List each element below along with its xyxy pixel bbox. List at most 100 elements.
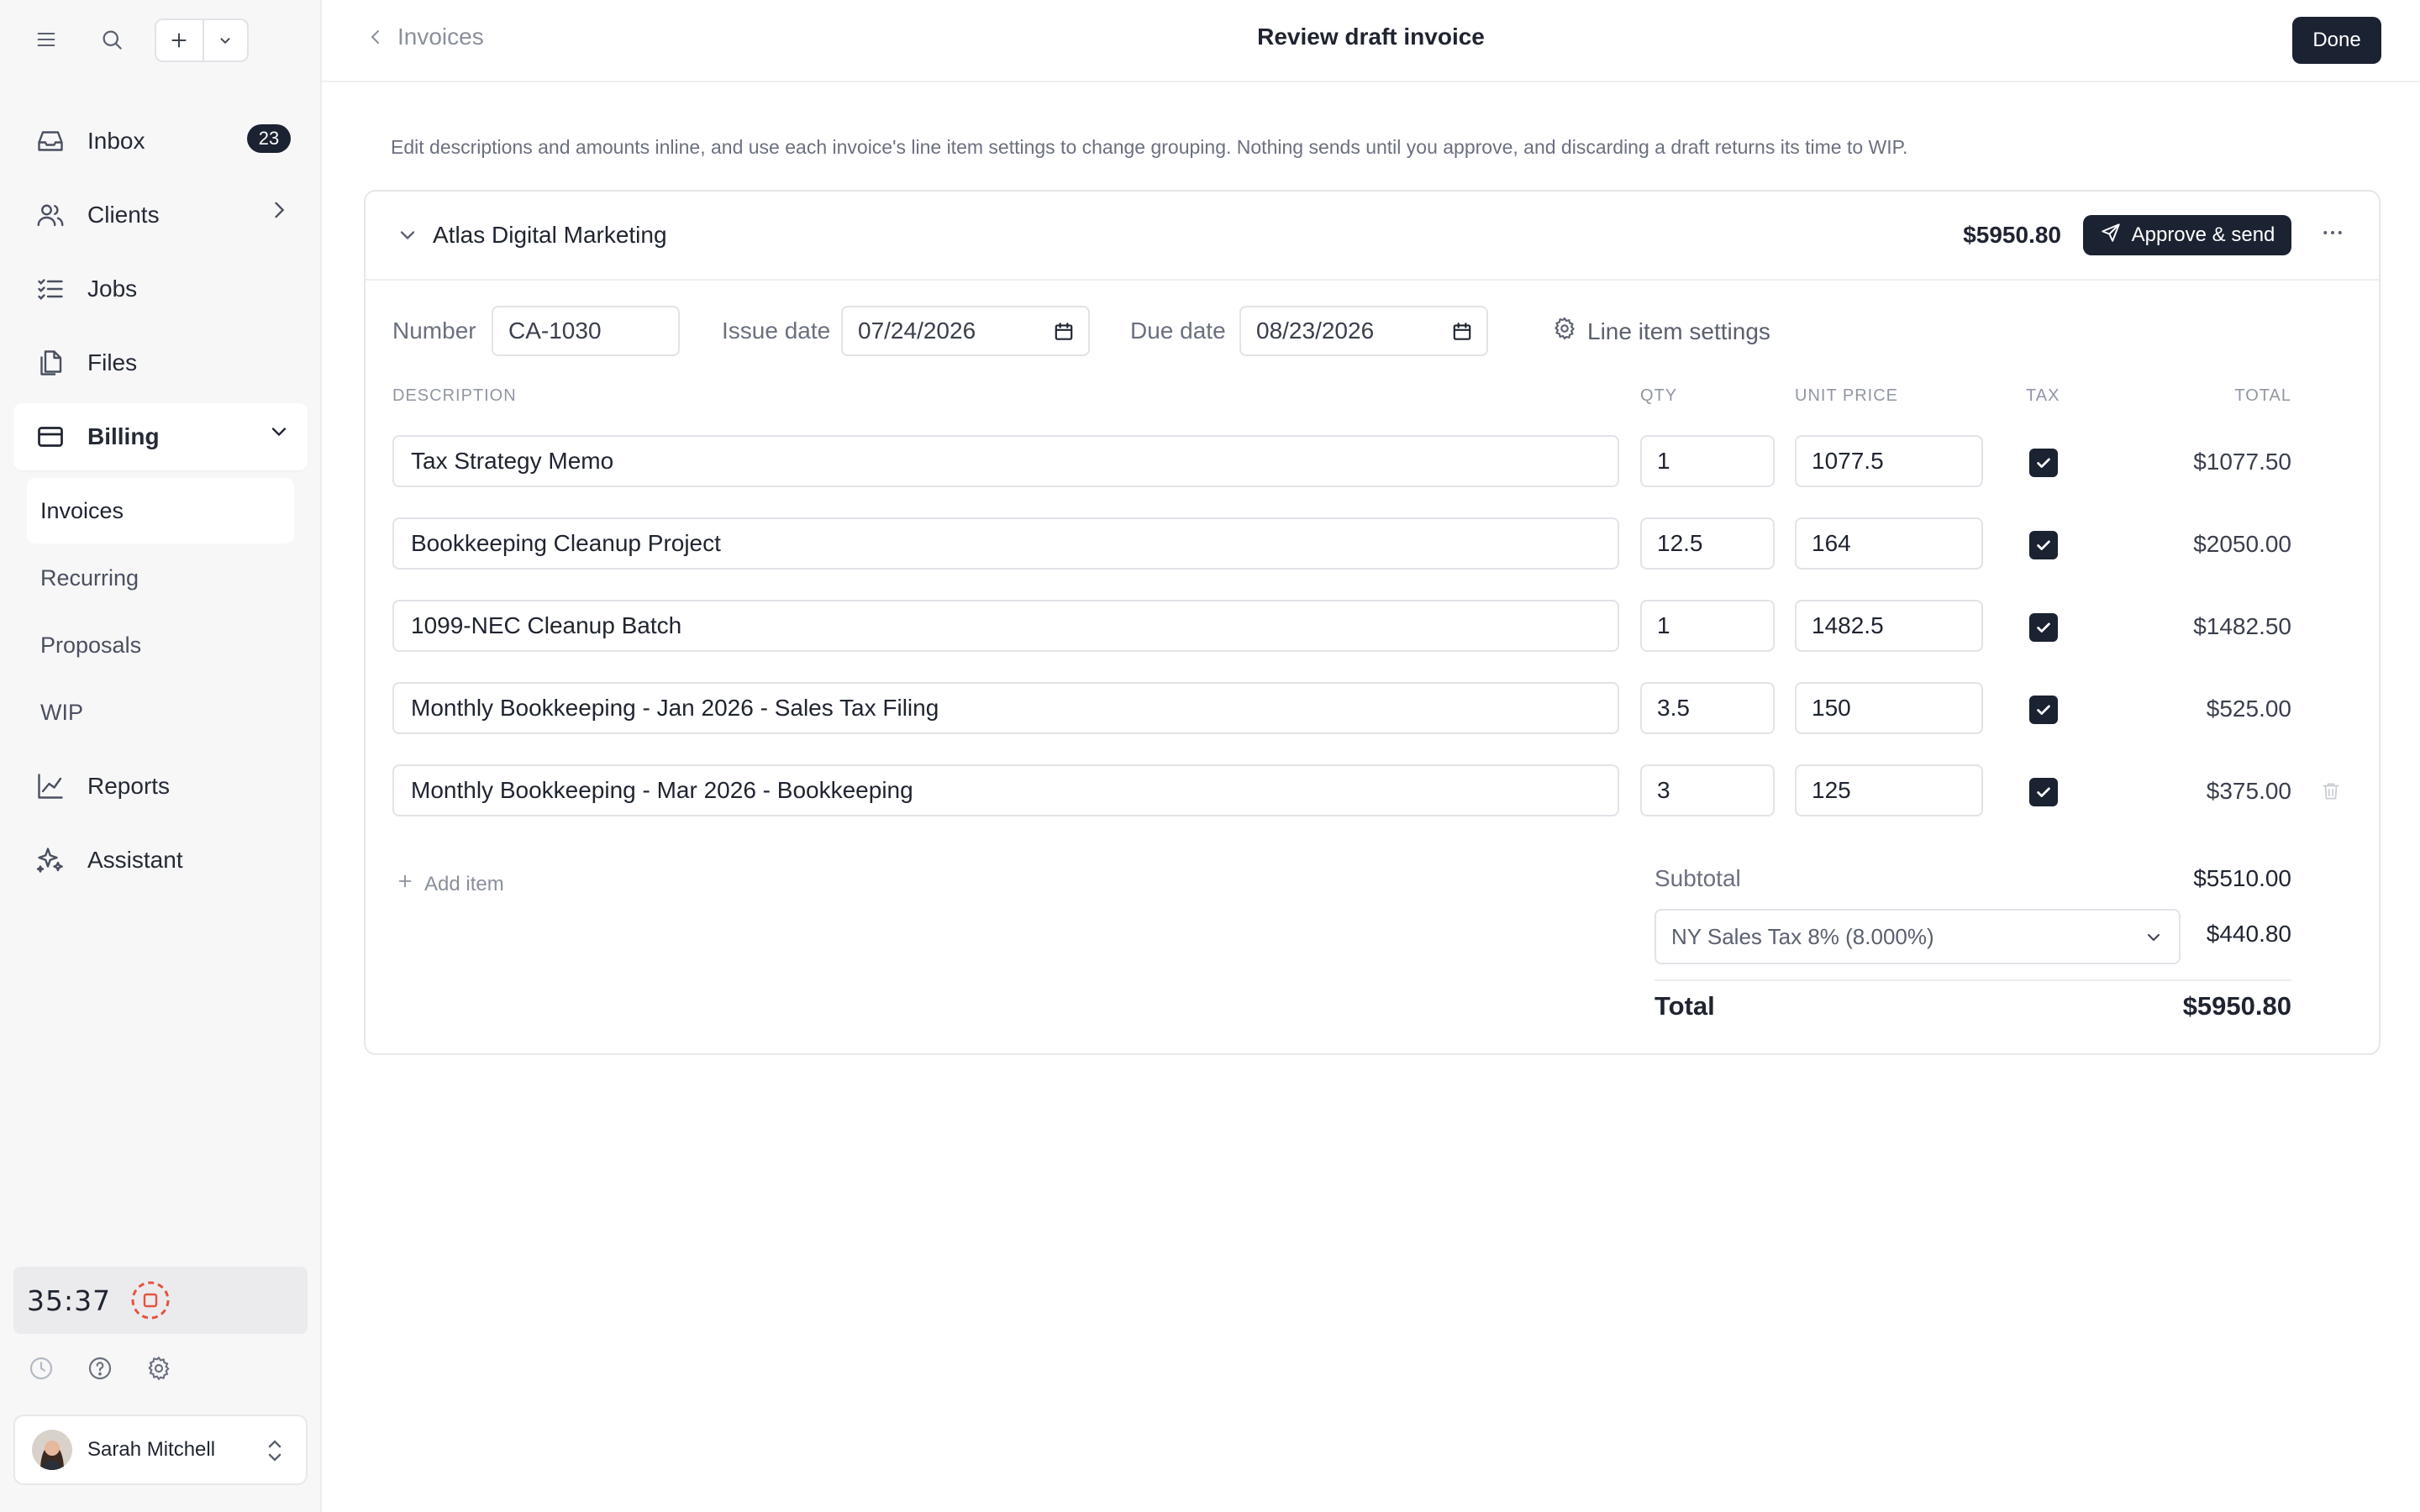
sidebar-item-reports[interactable]: Reports — [13, 753, 308, 820]
calendar-icon[interactable] — [1053, 321, 1075, 349]
totals-divider — [1655, 979, 2291, 981]
column-header-description: DESCRIPTION — [392, 386, 517, 405]
due-date-field[interactable]: 08/23/2026 — [1239, 306, 1488, 356]
invoice-meta-row: Number CA-1030 Issue date 07/24/2026 Due… — [392, 306, 2325, 356]
invoice-number-field[interactable]: CA-1030 — [492, 306, 680, 356]
invoice-card-header: Atlas Digital Marketing $5950.80 Approve… — [366, 192, 2379, 281]
menu-icon[interactable] — [29, 22, 64, 57]
sidebar-item-label: Files — [87, 349, 138, 375]
history-icon[interactable] — [27, 1354, 55, 1383]
page-title: Review draft invoice — [1257, 24, 1485, 50]
description-input[interactable]: Tax Strategy Memo — [392, 435, 1619, 487]
new-item-button-group — [155, 18, 249, 62]
qty-input[interactable]: 3 — [1640, 764, 1775, 816]
description-input[interactable]: Monthly Bookkeeping - Jan 2026 - Sales T… — [392, 682, 1619, 734]
gear-icon[interactable] — [145, 1354, 173, 1383]
sidebar-toolbar — [0, 18, 322, 62]
sidebar-item-label: Clients — [87, 202, 160, 228]
sidebar-subitem-proposals[interactable]: Proposals — [27, 612, 294, 678]
qty-input[interactable]: 1 — [1640, 600, 1775, 652]
chart-line-icon — [34, 769, 67, 803]
tax-checkbox[interactable] — [2029, 531, 2058, 559]
avatar — [32, 1430, 72, 1470]
user-switcher[interactable]: Sarah Mitchell — [13, 1415, 308, 1485]
chevron-down-icon — [2144, 927, 2164, 953]
subitem-label: Proposals — [40, 632, 142, 658]
gear-icon — [1552, 316, 1577, 347]
description-input[interactable]: Bookkeeping Cleanup Project — [392, 517, 1619, 570]
sidebar-item-clients[interactable]: Clients — [13, 181, 308, 249]
sidebar-utilities — [27, 1354, 173, 1383]
sidebar-item-files[interactable]: Files — [13, 329, 308, 396]
more-options-icon[interactable] — [2320, 220, 2345, 249]
qty-input[interactable]: 3.5 — [1640, 682, 1775, 734]
line-total: $525.00 — [2206, 696, 2291, 722]
sidebar-subitem-recurring[interactable]: Recurring — [27, 545, 294, 611]
sidebar-item-label: Assistant — [87, 847, 183, 873]
search-icon[interactable] — [94, 22, 129, 57]
line-item-row: Bookkeeping Cleanup Project 12.5 164 $20… — [366, 517, 2379, 570]
users-icon — [34, 198, 67, 232]
done-button[interactable]: Done — [2292, 17, 2381, 64]
approve-send-button[interactable]: Approve & send — [2083, 215, 2291, 255]
line-item-settings-button[interactable]: Line item settings — [1552, 316, 1770, 347]
grand-total-value: $5950.80 — [2182, 991, 2291, 1021]
help-icon[interactable] — [86, 1354, 114, 1383]
line-item-row: Tax Strategy Memo 1 1077.5 $1077.50 — [366, 435, 2379, 487]
plus-icon[interactable] — [156, 20, 204, 60]
tax-checkbox[interactable] — [2029, 449, 2058, 477]
calendar-icon[interactable] — [1451, 321, 1473, 349]
chevron-up-down-icon — [262, 1436, 287, 1469]
intro-text: Edit descriptions and amounts inline, an… — [391, 136, 1908, 158]
sidebar-item-inbox[interactable]: Inbox 23 — [13, 108, 308, 175]
sidebar-item-label: Reports — [87, 773, 171, 799]
issue-date-value: 07/24/2026 — [858, 318, 976, 344]
inbox-icon — [34, 124, 67, 158]
line-total: $375.00 — [2206, 778, 2291, 804]
credit-card-icon — [34, 420, 67, 454]
line-total: $1482.50 — [2193, 613, 2291, 639]
sidebar-subitem-wip[interactable]: WIP — [27, 680, 294, 745]
line-item-row: 1099-NEC Cleanup Batch 1 1482.5 $1482.50 — [366, 600, 2379, 652]
description-input[interactable]: 1099-NEC Cleanup Batch — [392, 600, 1619, 652]
chevron-down-icon — [267, 420, 291, 444]
inbox-badge-wrap: 23 — [247, 124, 291, 153]
qty-input[interactable]: 12.5 — [1640, 517, 1775, 570]
subtotal-label: Subtotal — [1655, 865, 1741, 891]
client-name: Atlas Digital Marketing — [433, 222, 667, 248]
add-item-button[interactable]: Add item — [396, 872, 504, 896]
tax-checkbox[interactable] — [2029, 696, 2058, 724]
plus-icon — [396, 872, 414, 896]
tax-amount: $440.80 — [2206, 921, 2291, 947]
sidebar-item-jobs[interactable]: Jobs — [13, 255, 308, 323]
column-header-unit-price: UNIT PRICE — [1795, 386, 1898, 405]
issue-date-field[interactable]: 07/24/2026 — [841, 306, 1090, 356]
checklist-icon — [34, 272, 67, 306]
unit-price-input[interactable]: 150 — [1795, 682, 1983, 734]
subitem-label: Invoices — [40, 497, 124, 523]
grand-total-label: Total — [1655, 991, 1715, 1021]
tax-checkbox[interactable] — [2029, 613, 2058, 642]
sidebar-item-billing[interactable]: Billing — [13, 403, 308, 470]
unit-price-input[interactable]: 1077.5 — [1795, 435, 1983, 487]
tax-rate-select[interactable]: NY Sales Tax 8% (8.000%) — [1655, 909, 2181, 964]
subitem-label: Recurring — [40, 564, 139, 591]
sidebar-item-assistant[interactable]: Assistant — [13, 827, 308, 894]
tax-checkbox[interactable] — [2029, 778, 2058, 806]
unit-price-input[interactable]: 1482.5 — [1795, 600, 1983, 652]
collapse-chevron-icon[interactable] — [396, 223, 419, 251]
unit-price-input[interactable]: 164 — [1795, 517, 1983, 570]
qty-input[interactable]: 1 — [1640, 435, 1775, 487]
chevron-down-icon[interactable] — [204, 20, 247, 60]
invoice-total: $5950.80 — [1963, 222, 2061, 248]
trash-icon[interactable] — [2320, 780, 2342, 807]
column-header-tax: TAX — [2026, 386, 2060, 405]
unit-price-input[interactable]: 125 — [1795, 764, 1983, 816]
tax-rate-value: NY Sales Tax 8% (8.000%) — [1671, 923, 1934, 949]
description-input[interactable]: Monthly Bookkeeping - Mar 2026 - Bookkee… — [392, 764, 1619, 816]
line-total: $2050.00 — [2193, 531, 2291, 557]
add-item-label: Add item — [424, 872, 504, 895]
sidebar-subitem-invoices[interactable]: Invoices — [27, 478, 294, 543]
app-root: Inbox 23 Clients Jobs Files Billing Invo… — [0, 0, 2420, 1512]
stop-timer-icon[interactable] — [129, 1279, 171, 1321]
